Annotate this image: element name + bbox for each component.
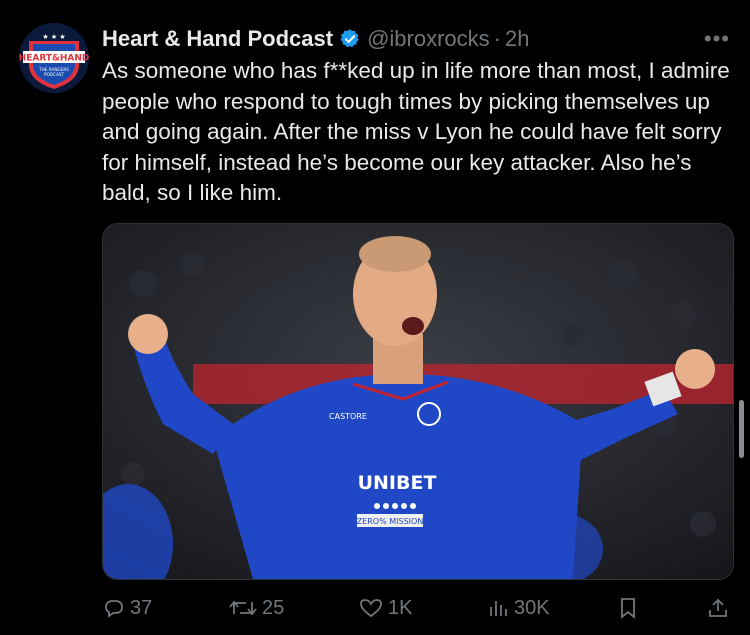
logo-text: HEART&HAND xyxy=(19,54,89,64)
tweet-photo[interactable]: CASTORE UNIBET ZERO% MISSION xyxy=(102,223,734,580)
svg-text:PODCAST: PODCAST xyxy=(44,72,64,77)
more-options-icon[interactable]: ••• xyxy=(704,26,730,52)
kit-sponsor-text: UNIBET xyxy=(358,472,437,494)
bookmark-button[interactable] xyxy=(616,590,644,626)
timestamp[interactable]: 2h xyxy=(505,26,529,52)
bookmark-icon xyxy=(621,598,635,619)
retweet-count: 25 xyxy=(262,596,285,619)
tweet-text: As someone who has f**ked up in life mor… xyxy=(102,58,730,205)
tweet-header: Heart & Hand Podcast @ibroxrocks · 2h ••… xyxy=(102,24,730,54)
reply-count: 37 xyxy=(130,596,153,619)
share-button[interactable] xyxy=(706,590,734,626)
retweet-button[interactable]: 25 xyxy=(228,590,284,626)
views-chart-icon xyxy=(490,601,507,616)
retweet-icon xyxy=(229,600,257,616)
avatar[interactable]: ★ ★ ★ HEART&HAND THE RANGERS PODCAST xyxy=(19,23,89,93)
user-handle[interactable]: @ibroxrocks xyxy=(367,26,490,52)
svg-text:★ ★ ★: ★ ★ ★ xyxy=(42,33,65,41)
like-count: 1K xyxy=(388,596,413,619)
display-name[interactable]: Heart & Hand Podcast xyxy=(102,26,333,52)
views-button[interactable]: 30K xyxy=(486,590,550,626)
player-celebration-image: CASTORE UNIBET ZERO% MISSION xyxy=(103,224,733,579)
heart-icon xyxy=(360,599,382,618)
like-button[interactable]: 1K xyxy=(358,590,412,626)
verified-badge-icon xyxy=(339,28,361,50)
heart-and-hand-logo: ★ ★ ★ HEART&HAND THE RANGERS PODCAST xyxy=(19,23,89,93)
kit-sleeve-text: ZERO% MISSION xyxy=(357,517,424,526)
separator: · xyxy=(493,26,501,51)
view-count: 30K xyxy=(514,596,550,619)
reply-icon xyxy=(105,600,123,618)
share-icon xyxy=(709,598,727,617)
scrollbar-thumb[interactable] xyxy=(739,400,744,458)
kit-brand-text: CASTORE xyxy=(329,412,367,421)
tweet-actions: 37 25 1K 30K xyxy=(102,590,738,626)
reply-button[interactable]: 37 xyxy=(102,590,152,626)
